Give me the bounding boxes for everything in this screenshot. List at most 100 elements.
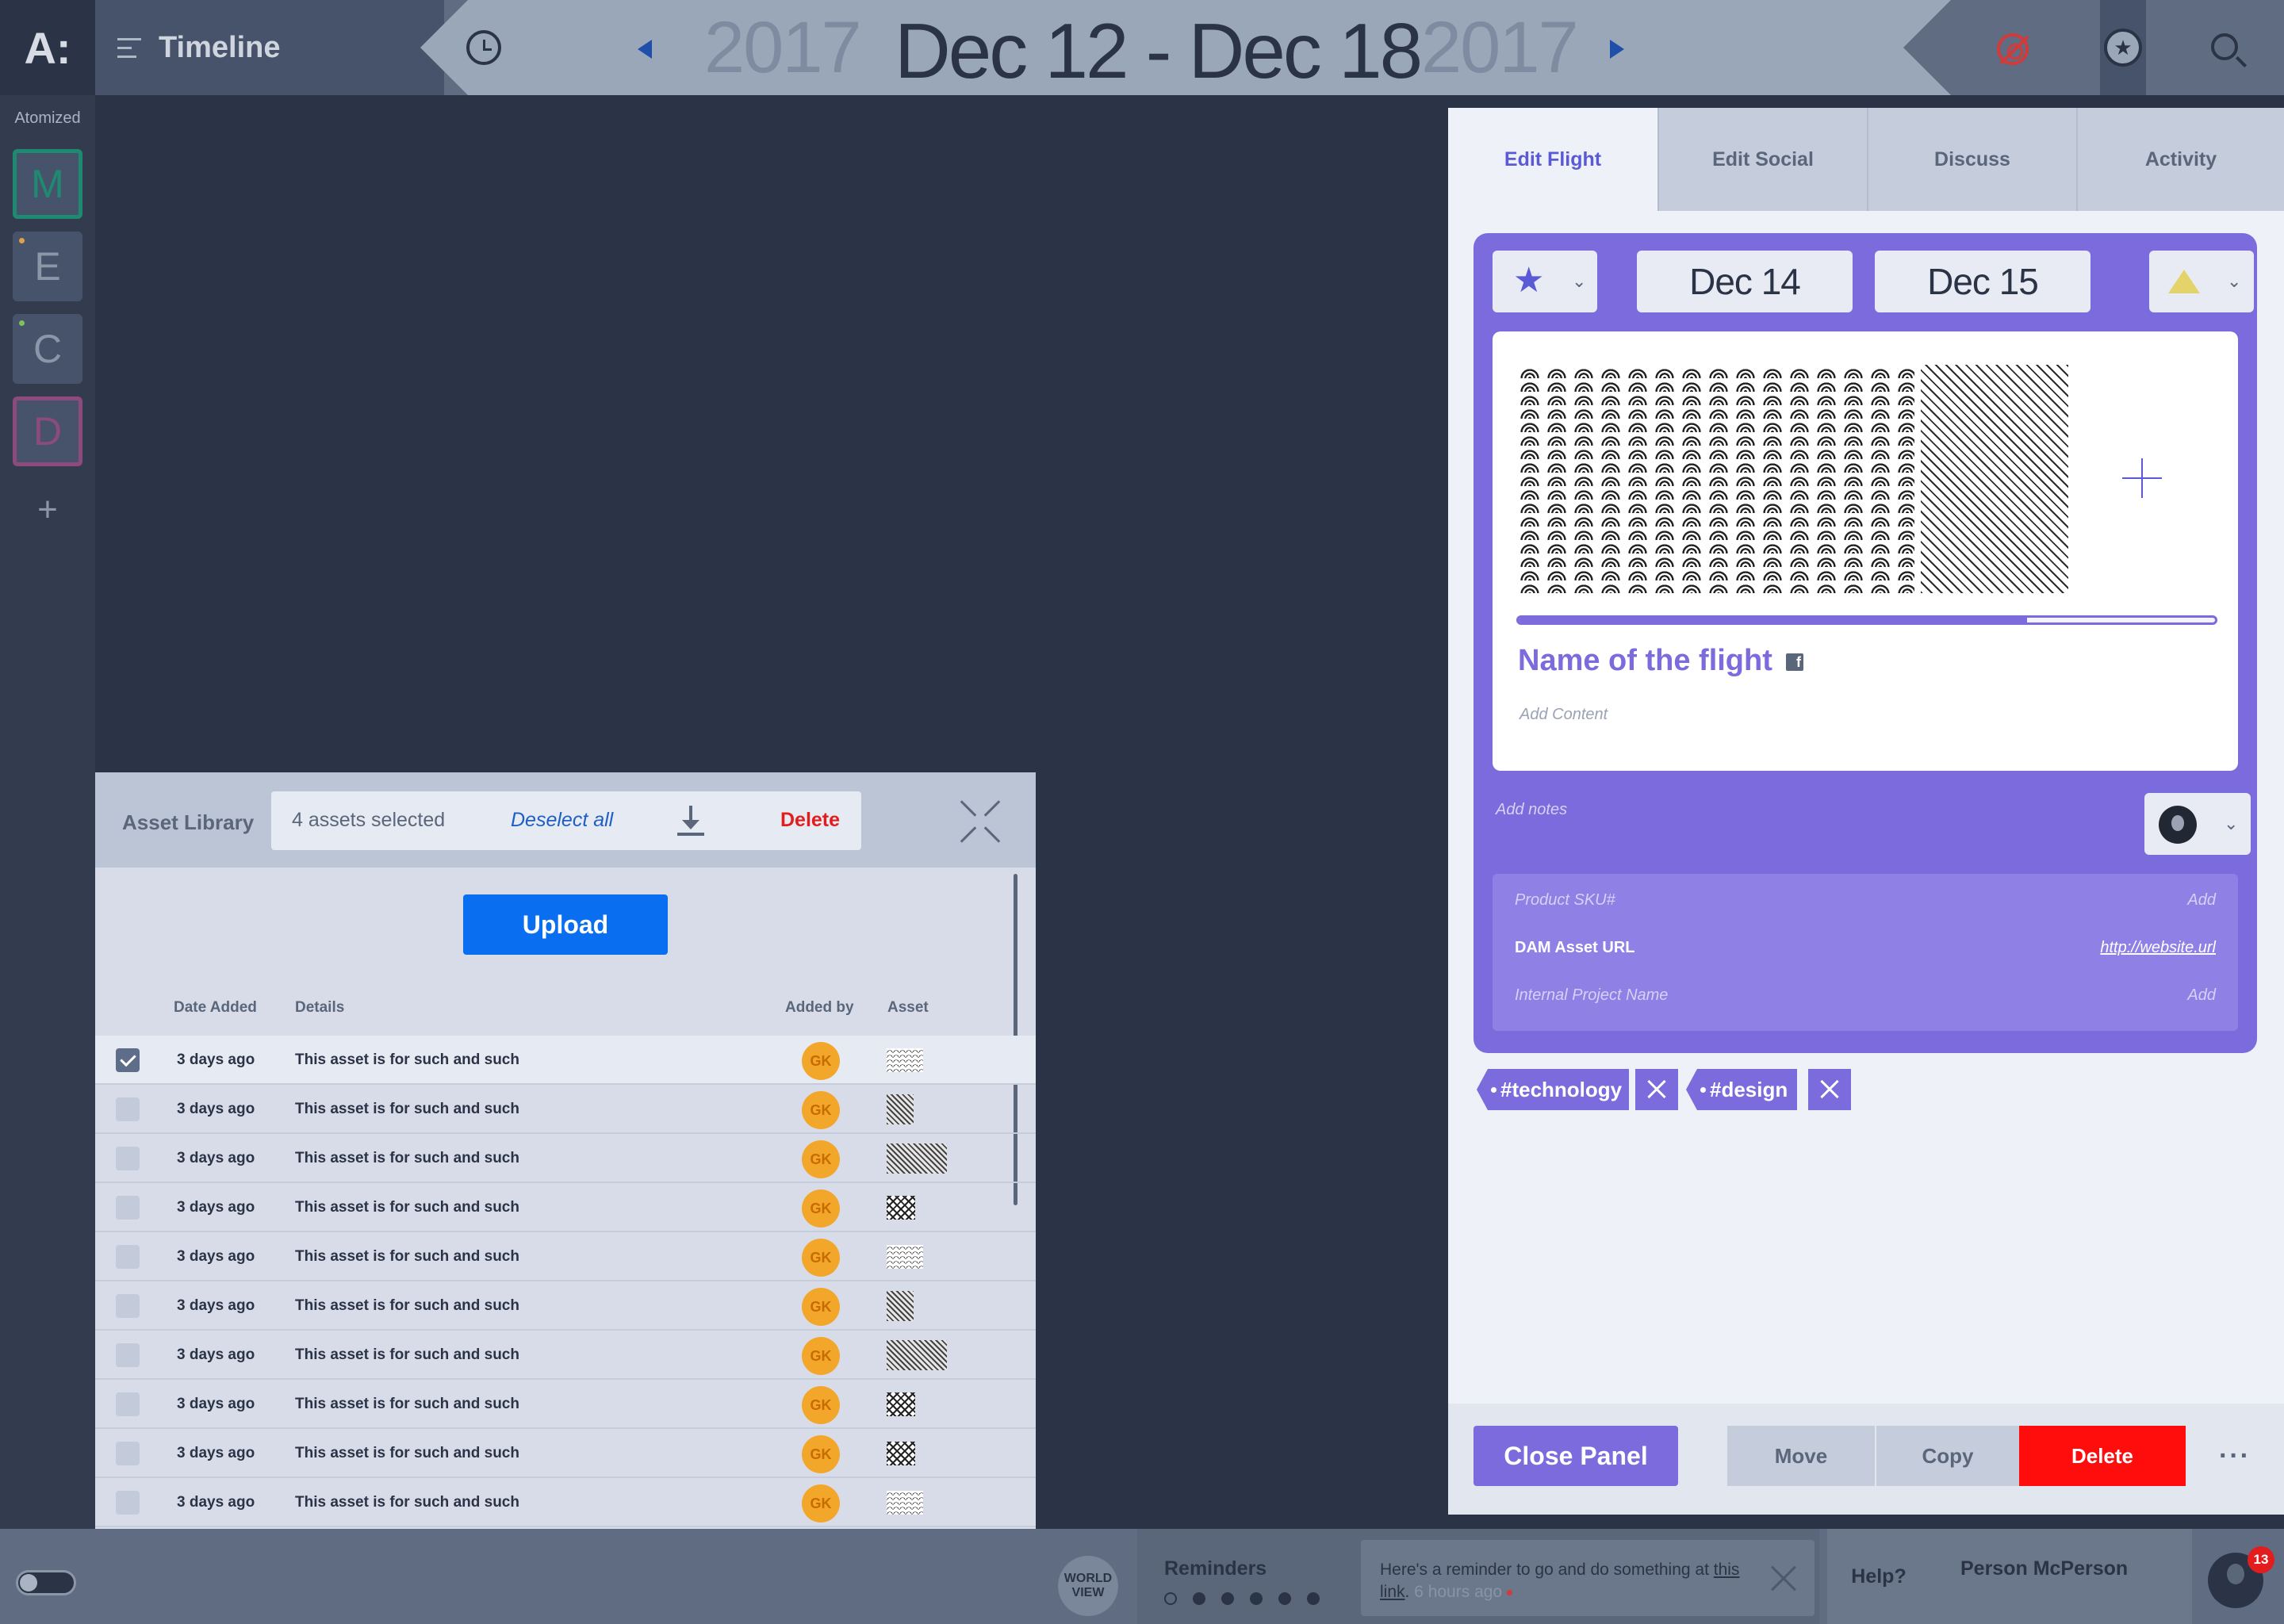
add-image-icon[interactable] xyxy=(2122,458,2162,498)
asset-thumbnail[interactable] xyxy=(887,1196,915,1220)
row-checkbox[interactable] xyxy=(116,1048,140,1072)
tab-edit-flight[interactable]: Edit Flight xyxy=(1448,108,1657,211)
meta-row-dam-url: DAM Asset URL http://website.url xyxy=(1515,933,2216,964)
row-checkbox[interactable] xyxy=(116,1196,140,1220)
close-icon[interactable] xyxy=(1767,1564,1797,1594)
view-toggle[interactable] xyxy=(16,1570,76,1595)
deselect-all-link[interactable]: Deselect all xyxy=(511,809,613,832)
table-row[interactable]: 3 days ago This asset is for such and suc… xyxy=(95,1134,1036,1183)
workspace-m[interactable]: M xyxy=(13,149,82,219)
add-notes-field[interactable]: Add notes xyxy=(1496,801,1567,819)
avatar[interactable]: GK xyxy=(802,1386,840,1424)
end-date-field[interactable]: Dec 15 xyxy=(1875,251,2090,312)
history-icon[interactable] xyxy=(466,30,501,65)
table-row[interactable]: 3 days ago This asset is for such and suc… xyxy=(95,1281,1036,1331)
tab-edit-social[interactable]: Edit Social xyxy=(1657,108,1867,211)
avatar[interactable]: GK xyxy=(802,1140,840,1178)
timeline-menu-button[interactable]: Timeline xyxy=(95,0,444,95)
remove-tag-icon[interactable] xyxy=(1808,1069,1851,1110)
expand-icon[interactable] xyxy=(958,799,1002,844)
table-row[interactable]: 3 days ago This asset is for such and suc… xyxy=(95,1331,1036,1380)
avatar[interactable]: GK xyxy=(802,1189,840,1228)
tag-technology[interactable]: #technology xyxy=(1477,1069,1629,1110)
delete-assets-button[interactable]: Delete xyxy=(780,809,840,832)
avatar[interactable]: GK xyxy=(802,1091,840,1129)
table-row[interactable]: 3 days ago This asset is for such and suc… xyxy=(95,1036,1036,1085)
avatar[interactable]: GK xyxy=(802,1337,840,1375)
table-row[interactable]: 3 days ago This asset is for such and suc… xyxy=(95,1232,1036,1281)
asset-thumbnail[interactable] xyxy=(887,1291,914,1321)
dam-url-link[interactable]: http://website.url xyxy=(2100,939,2216,957)
table-row[interactable]: 3 days ago This asset is for such and suc… xyxy=(95,1380,1036,1429)
world-view-button[interactable]: WORLD VIEW xyxy=(1058,1556,1118,1616)
meta-add-button[interactable]: Add xyxy=(2187,891,2216,910)
more-options-icon[interactable]: ··· xyxy=(2186,1426,2284,1486)
column-added-by[interactable]: Added by xyxy=(785,999,854,1017)
table-row[interactable]: 3 days ago This asset is for such and suc… xyxy=(95,1429,1036,1478)
previous-week-icon[interactable] xyxy=(638,40,652,59)
reminder-pagination[interactable] xyxy=(1164,1592,1320,1605)
asset-thumbnail[interactable] xyxy=(887,1442,915,1465)
asset-image-wave[interactable] xyxy=(1516,365,1914,593)
column-details[interactable]: Details xyxy=(295,999,344,1017)
delete-button[interactable]: Delete xyxy=(2019,1426,2186,1486)
target-off-icon[interactable] xyxy=(1997,33,2029,65)
flight-name[interactable]: Name of the flight xyxy=(1518,644,1772,678)
row-checkbox[interactable] xyxy=(116,1442,140,1465)
tab-discuss[interactable]: Discuss xyxy=(1867,108,2076,211)
meta-add-button[interactable]: Add xyxy=(2187,986,2216,1005)
asset-thumbnail[interactable] xyxy=(887,1048,923,1072)
asset-thumbnail[interactable] xyxy=(887,1143,947,1174)
column-date-added[interactable]: Date Added xyxy=(174,999,257,1017)
badge-button[interactable]: ★ xyxy=(2100,0,2146,95)
row-checkbox[interactable] xyxy=(116,1491,140,1515)
row-checkbox[interactable] xyxy=(116,1343,140,1367)
tag-design[interactable]: #design xyxy=(1686,1069,1797,1110)
help-button[interactable]: Help? xyxy=(1827,1529,1930,1624)
start-date-field[interactable]: Dec 14 xyxy=(1637,251,1853,312)
asset-thumbnail[interactable] xyxy=(887,1491,923,1515)
search-icon[interactable] xyxy=(2211,33,2238,60)
workspace-c[interactable]: C xyxy=(13,314,82,384)
avatar[interactable]: GK xyxy=(802,1042,840,1080)
table-row[interactable]: 3 days ago This asset is for such and suc… xyxy=(95,1085,1036,1134)
asset-thumbnail[interactable] xyxy=(887,1245,923,1269)
notification-badge[interactable]: 13 xyxy=(2248,1546,2274,1573)
row-checkbox[interactable] xyxy=(116,1147,140,1170)
status-dropdown[interactable]: ⌄ xyxy=(2149,251,2254,312)
row-checkbox[interactable] xyxy=(116,1097,140,1121)
upload-button[interactable]: Upload xyxy=(463,894,668,955)
app-logo[interactable]: A: xyxy=(0,0,95,95)
assignee-dropdown[interactable]: ⌄ xyxy=(2144,793,2251,855)
row-checkbox[interactable] xyxy=(116,1245,140,1269)
table-row[interactable]: 3 days ago This asset is for such and suc… xyxy=(95,1183,1036,1232)
row-checkbox[interactable] xyxy=(116,1294,140,1318)
asset-thumbnail[interactable] xyxy=(887,1392,915,1416)
avatar[interactable]: GK xyxy=(802,1435,840,1473)
workspace-e[interactable]: E xyxy=(13,232,82,301)
workspace-d[interactable]: D xyxy=(13,396,82,466)
copy-button[interactable]: Copy xyxy=(1876,1426,2019,1486)
date-added: 3 days ago xyxy=(177,1494,255,1511)
workspace-sidebar: Atomized M E C D + xyxy=(0,95,95,1529)
move-button[interactable]: Move xyxy=(1727,1426,1875,1486)
table-row[interactable]: 3 days ago This asset is for such and suc… xyxy=(95,1478,1036,1527)
close-panel-button[interactable]: Close Panel xyxy=(1473,1426,1678,1486)
add-workspace-icon[interactable]: + xyxy=(0,490,95,530)
download-icon[interactable] xyxy=(677,806,704,837)
asset-thumbnail[interactable] xyxy=(887,1094,914,1124)
avatar[interactable]: GK xyxy=(802,1239,840,1277)
add-content-field[interactable]: Add Content xyxy=(1519,706,1608,724)
avatar[interactable]: GK xyxy=(802,1288,840,1326)
asset-image-stripes[interactable] xyxy=(1921,365,2068,593)
user-menu[interactable]: Person McPerson xyxy=(1930,1529,2192,1624)
next-week-icon[interactable] xyxy=(1610,40,1624,59)
asset-thumbnail[interactable] xyxy=(887,1340,947,1370)
avatar[interactable]: GK xyxy=(802,1484,840,1522)
tab-activity[interactable]: Activity xyxy=(2076,108,2284,211)
column-asset[interactable]: Asset xyxy=(887,999,929,1017)
row-checkbox[interactable] xyxy=(116,1392,140,1416)
remove-tag-icon[interactable] xyxy=(1635,1069,1678,1110)
priority-dropdown[interactable]: ★ ⌄ xyxy=(1493,251,1597,312)
meta-row-sku: Product SKU# Add xyxy=(1515,885,2216,917)
